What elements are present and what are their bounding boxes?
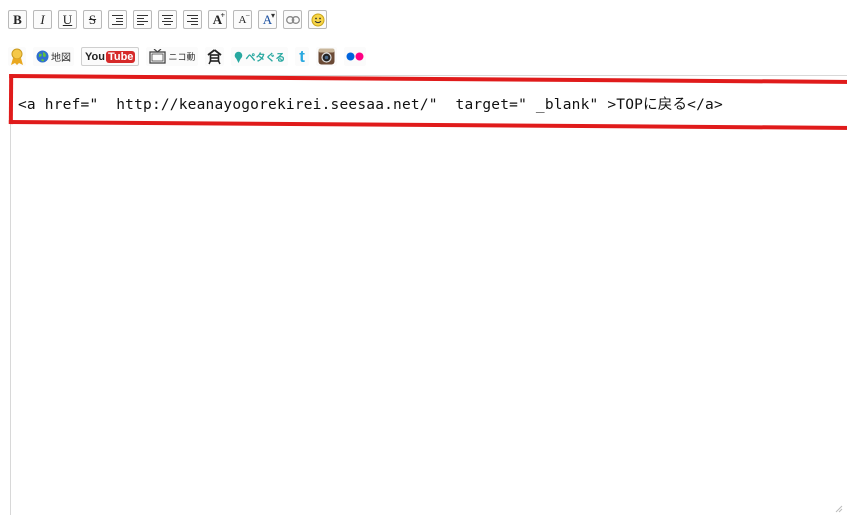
food-button[interactable] (205, 47, 225, 66)
insert-toolbar: 地図 You Tube ニコ動 ペタぐる t (8, 47, 373, 66)
food-kanji-icon (207, 48, 223, 64)
instagram-icon (318, 48, 335, 65)
map-label: 地図 (51, 53, 71, 64)
formatting-toolbar: B I U S A + A − A ▾ (8, 10, 333, 29)
smiley-icon (311, 13, 324, 26)
ribbon-award-icon (11, 48, 23, 65)
font-size-increase-button[interactable]: A + (208, 10, 227, 29)
petaguru-button[interactable]: ペタぐる (231, 47, 289, 66)
link-button[interactable] (283, 10, 302, 29)
nico-label: ニコ動 (168, 53, 196, 63)
resize-grip-icon[interactable] (835, 505, 843, 513)
align-center-icon (162, 14, 173, 25)
twitter-button[interactable]: t (295, 47, 309, 66)
indent-icon (112, 14, 123, 25)
petaguru-label: ペタぐる (245, 53, 286, 64)
youtube-you-label: You (85, 50, 105, 63)
youtube-tube-label: Tube (105, 50, 136, 63)
editor-textarea[interactable] (10, 75, 847, 515)
pin-icon (235, 51, 243, 63)
emoji-button[interactable] (308, 10, 327, 29)
tv-icon (149, 49, 167, 64)
award-button[interactable] (8, 47, 26, 66)
twitter-icon: t (299, 46, 305, 66)
align-center-button[interactable] (158, 10, 177, 29)
underline-button[interactable]: U (58, 10, 77, 29)
minus-icon: − (245, 11, 250, 20)
globe-icon (36, 50, 49, 63)
chevron-down-icon: ▾ (270, 11, 275, 20)
flickr-button[interactable] (343, 47, 366, 66)
align-right-icon (187, 14, 198, 25)
strikethrough-button[interactable]: S (83, 10, 102, 29)
bold-button[interactable]: B (8, 10, 27, 29)
flickr-icon (346, 52, 364, 61)
align-left-icon (137, 14, 148, 25)
map-button[interactable]: 地図 (33, 47, 74, 66)
nico-video-button[interactable]: ニコ動 (146, 47, 199, 66)
link-icon (285, 15, 300, 24)
font-size-decrease-button[interactable]: A − (233, 10, 252, 29)
align-left-button[interactable] (133, 10, 152, 29)
plus-icon: + (220, 11, 225, 20)
youtube-button[interactable]: You Tube (81, 47, 140, 66)
align-right-button[interactable] (183, 10, 202, 29)
red-highlight-box (8, 74, 847, 130)
font-color-button[interactable]: A ▾ (258, 10, 277, 29)
instagram-button[interactable] (315, 47, 337, 66)
indent-button[interactable] (108, 10, 127, 29)
italic-button[interactable]: I (33, 10, 52, 29)
